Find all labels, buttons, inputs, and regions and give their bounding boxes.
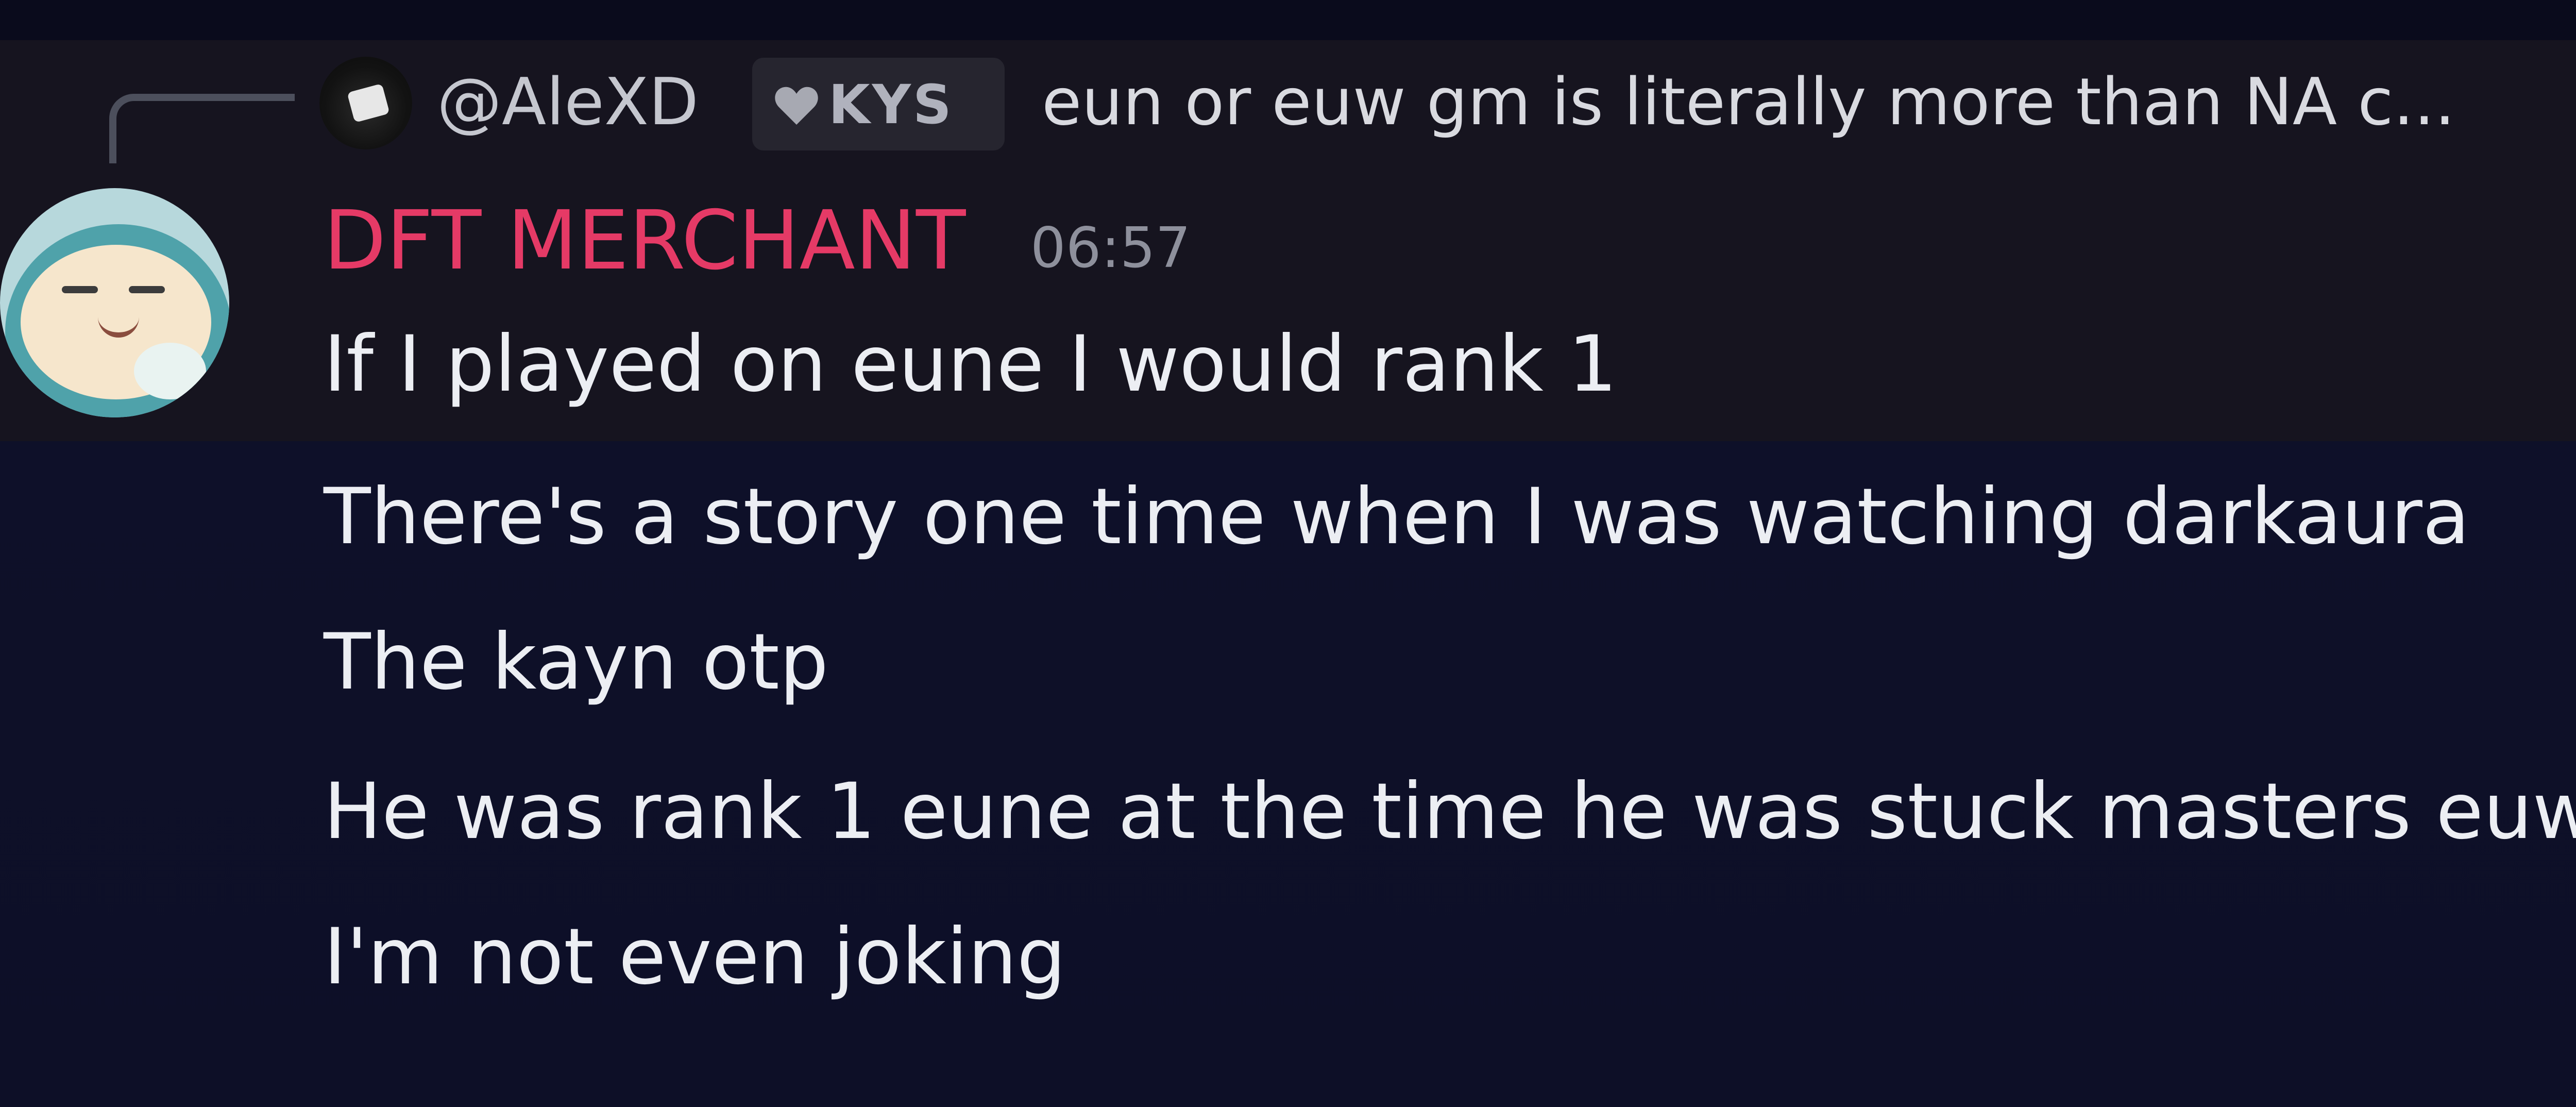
- avatar-hand: [134, 343, 206, 399]
- avatar-eye: [129, 286, 165, 293]
- previous-message-edge: [0, 0, 2576, 40]
- avatar-figure: [347, 83, 390, 123]
- reply-author-name[interactable]: @AleXD: [437, 61, 699, 143]
- heart-icon: [775, 87, 818, 125]
- avatar-eye: [62, 286, 98, 293]
- message-line: If I played on eune I would rank 1: [324, 320, 1617, 409]
- message-line: He was rank 1 eune at the time he was st…: [324, 767, 2576, 857]
- chat-view: @AleXD KYS eun or euw gm is literally mo…: [0, 0, 2576, 1107]
- message-line: The kayn otp: [324, 617, 829, 707]
- message-line: There's a story one time when I was watc…: [324, 472, 2470, 562]
- reply-preview-text[interactable]: eun or euw gm is literally more than NA …: [1042, 61, 2455, 143]
- author-avatar[interactable]: [0, 188, 229, 417]
- reply-author-avatar[interactable]: [319, 57, 412, 149]
- role-tag-label: KYS: [828, 73, 954, 136]
- role-tag[interactable]: KYS: [752, 58, 1005, 150]
- author-username[interactable]: DFT MERCHANT: [324, 192, 966, 290]
- reply-connector: [109, 94, 295, 163]
- message-timestamp[interactable]: 06:57: [1030, 212, 1191, 284]
- message-line: I'm not even joking: [324, 912, 1066, 1002]
